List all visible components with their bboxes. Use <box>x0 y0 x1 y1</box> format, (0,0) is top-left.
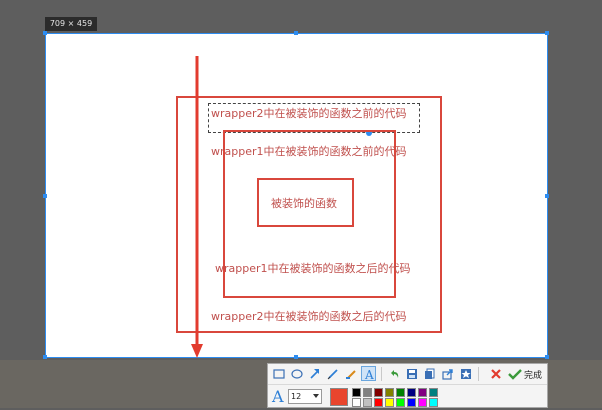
mosaic-tool-icon[interactable] <box>343 366 358 381</box>
label-wrapper1-after: wrapper1中在被装饰的函数之后的代码 <box>215 262 411 275</box>
current-color-swatch[interactable] <box>330 388 348 406</box>
ellipse-tool-icon[interactable] <box>289 366 304 381</box>
resize-handle-top-right[interactable] <box>545 31 549 35</box>
label-decorated-function: 被装饰的函数 <box>271 197 337 210</box>
done-button[interactable]: 完成 <box>524 368 542 381</box>
font-size-value: 12 <box>291 392 302 401</box>
color-swatch[interactable] <box>407 388 416 397</box>
color-swatch[interactable] <box>352 398 361 407</box>
color-palette <box>352 388 438 408</box>
pen-tool-icon[interactable] <box>325 366 340 381</box>
color-swatch[interactable] <box>407 398 416 407</box>
resize-handle-top-left[interactable] <box>43 31 47 35</box>
toolbar-style-row: A 12 <box>268 384 547 410</box>
resize-handle-bottom-right[interactable] <box>545 355 549 359</box>
rectangle-tool-icon[interactable] <box>271 366 286 381</box>
save-icon[interactable] <box>404 366 419 381</box>
annotation-toolbar: A 完成 A 12 <box>267 363 548 408</box>
color-swatch[interactable] <box>418 388 427 397</box>
resize-handle-bottom[interactable] <box>294 355 298 359</box>
color-swatch[interactable] <box>396 398 405 407</box>
label-wrapper1-before: wrapper1中在被装饰的函数之前的代码 <box>211 145 407 158</box>
resize-handle-right[interactable] <box>545 194 549 198</box>
color-swatch[interactable] <box>363 398 372 407</box>
cancel-icon[interactable] <box>488 366 503 381</box>
resize-handle-bottom-left[interactable] <box>43 355 47 359</box>
color-swatch[interactable] <box>429 398 438 407</box>
label-wrapper2-after: wrapper2中在被装饰的函数之后的代码 <box>211 310 407 323</box>
pin-icon[interactable] <box>458 366 473 381</box>
color-swatch[interactable] <box>374 398 383 407</box>
share-icon[interactable] <box>440 366 455 381</box>
color-swatch[interactable] <box>385 398 394 407</box>
color-swatch[interactable] <box>429 388 438 397</box>
font-icon: A <box>272 387 284 406</box>
svg-text:A: A <box>364 368 374 380</box>
label-wrapper2-before: wrapper2中在被装饰的函数之前的代码 <box>211 107 407 120</box>
undo-icon[interactable] <box>386 366 401 381</box>
done-check-icon[interactable] <box>507 366 522 381</box>
color-swatch[interactable] <box>385 388 394 397</box>
toolbar-tools-row: A 完成 <box>268 364 547 384</box>
color-swatch[interactable] <box>363 388 372 397</box>
color-swatch[interactable] <box>418 398 427 407</box>
color-swatch[interactable] <box>374 388 383 397</box>
arrow-tool-icon[interactable] <box>307 366 322 381</box>
resize-handle-left[interactable] <box>43 194 47 198</box>
font-size-select[interactable]: 12 <box>288 389 322 404</box>
text-tool-icon[interactable]: A <box>361 366 376 381</box>
selection-size-readout: 709 × 459 <box>45 17 97 31</box>
toolbar-separator <box>381 367 382 381</box>
color-swatch[interactable] <box>396 388 405 397</box>
chevron-down-icon <box>313 394 319 398</box>
toolbar-separator <box>478 367 479 381</box>
capture-selection-area[interactable]: wrapper2中在被装饰的函数之前的代码 wrapper1中在被装饰的函数之前… <box>43 31 549 359</box>
resize-handle-top[interactable] <box>294 31 298 35</box>
copy-icon[interactable] <box>422 366 437 381</box>
color-swatch[interactable] <box>352 388 361 397</box>
